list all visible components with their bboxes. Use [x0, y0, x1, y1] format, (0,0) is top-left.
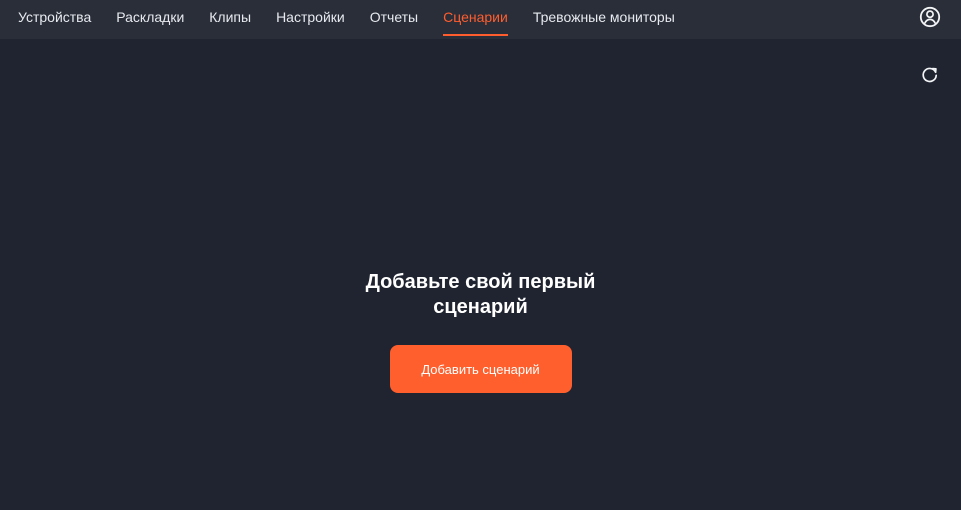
- top-navigation-bar: Устройства Раскладки Клипы Настройки Отч…: [0, 0, 961, 39]
- nav-item-clips[interactable]: Клипы: [209, 0, 251, 33]
- profile-button[interactable]: [919, 6, 941, 28]
- add-scenario-button[interactable]: Добавить сценарий: [389, 345, 572, 393]
- nav-item-scenarios[interactable]: Сценарии: [443, 0, 508, 36]
- nav-item-alarm-monitors[interactable]: Тревожные мониторы: [533, 0, 675, 33]
- user-circle-icon: [919, 6, 941, 28]
- refresh-button[interactable]: [920, 65, 940, 85]
- nav-item-settings[interactable]: Настройки: [276, 0, 345, 33]
- nav-item-layouts[interactable]: Раскладки: [116, 0, 184, 33]
- nav-item-devices[interactable]: Устройства: [18, 0, 91, 33]
- main-navigation: Устройства Раскладки Клипы Настройки Отч…: [0, 0, 700, 39]
- app-window: Устройства Раскладки Клипы Настройки Отч…: [0, 0, 961, 510]
- refresh-icon: [922, 67, 938, 83]
- nav-item-reports[interactable]: Отчеты: [370, 0, 418, 33]
- empty-scenarios-state: Добавьте свой первый сценарий Добавить с…: [0, 270, 961, 393]
- empty-state-title: Добавьте свой первый сценарий: [365, 271, 596, 318]
